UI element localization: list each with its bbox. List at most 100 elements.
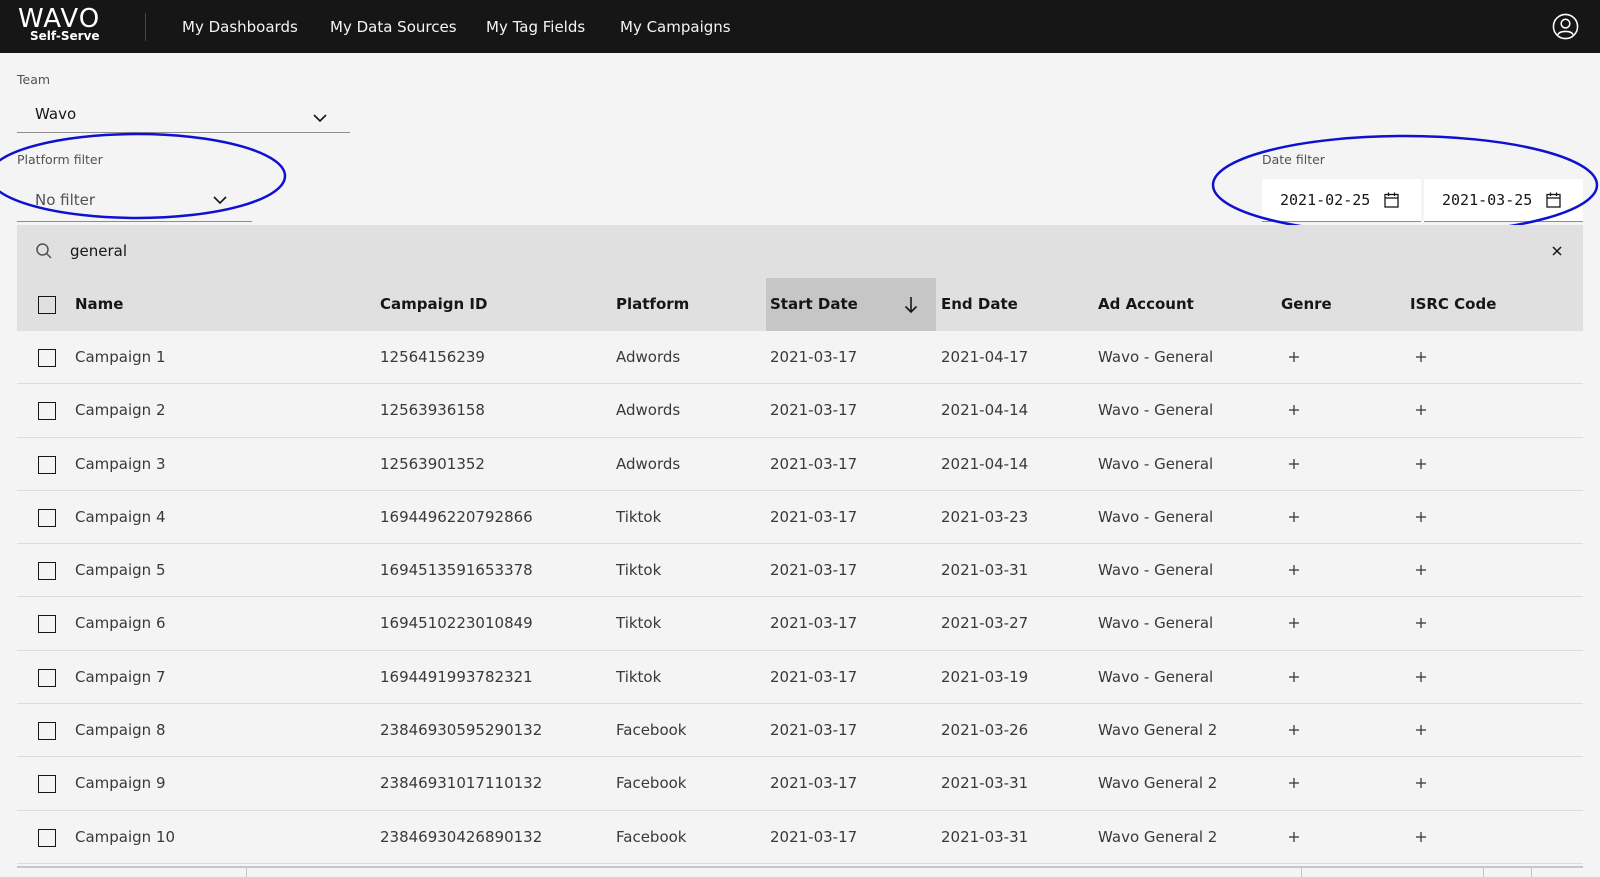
platform-filter-value: No filter bbox=[35, 191, 96, 209]
add-isrc-code-icon[interactable] bbox=[1413, 829, 1429, 845]
platform-filter-dropdown[interactable]: No filter bbox=[17, 179, 252, 222]
table-row[interactable]: Campaign 3 12563901352 Adwords 2021-03-17 20… bbox=[17, 437, 1583, 491]
row-checkbox[interactable] bbox=[38, 775, 56, 794]
table-row[interactable]: Campaign 2 12563936158 Adwords 2021-03-17 20… bbox=[17, 384, 1583, 438]
table-row[interactable]: Campaign 7 1694491993782321 Tiktok 2021-03-… bbox=[17, 650, 1583, 705]
add-isrc-code-icon[interactable] bbox=[1413, 509, 1429, 525]
campaign-ad-account: Wavo General 2 bbox=[1098, 827, 1218, 846]
campaign-platform: Tiktok bbox=[616, 667, 662, 686]
add-genre-icon[interactable] bbox=[1286, 669, 1302, 685]
table-row[interactable]: Campaign 9 23846931017110132 Facebook 2021-… bbox=[17, 757, 1583, 811]
row-checkbox[interactable] bbox=[38, 402, 56, 421]
add-isrc-code-icon[interactable] bbox=[1413, 562, 1429, 578]
date-start-input[interactable]: 2021-02-25 bbox=[1262, 179, 1421, 222]
campaign-name: Campaign 9 bbox=[75, 774, 166, 793]
add-isrc-code-icon[interactable] bbox=[1413, 456, 1429, 472]
column-header-start-date-label: Start Date bbox=[770, 295, 858, 313]
add-genre-icon[interactable] bbox=[1286, 456, 1302, 472]
close-icon[interactable] bbox=[1549, 243, 1565, 259]
chevron-down-icon bbox=[213, 196, 227, 205]
column-header-isrc-code[interactable]: ISRC Code bbox=[1410, 278, 1496, 331]
row-checkbox[interactable] bbox=[38, 508, 56, 527]
date-end-input[interactable]: 2021-03-25 bbox=[1424, 179, 1583, 222]
table-body: Campaign 1 12564156239 Adwords 2021-03-17 20… bbox=[17, 331, 1583, 864]
nav-my-dashboards[interactable]: My Dashboards bbox=[182, 17, 298, 37]
campaign-platform: Tiktok bbox=[616, 507, 662, 526]
add-isrc-code-icon[interactable] bbox=[1413, 775, 1429, 791]
add-isrc-code-icon[interactable] bbox=[1413, 669, 1429, 685]
select-all-checkbox[interactable] bbox=[38, 296, 56, 314]
table-row[interactable]: Campaign 6 1694510223010849 Tiktok 2021-03-… bbox=[17, 597, 1583, 651]
calendar-icon[interactable] bbox=[1384, 192, 1399, 208]
campaign-start-date: 2021-03-17 bbox=[770, 667, 858, 686]
add-genre-icon[interactable] bbox=[1286, 829, 1302, 845]
table-row[interactable]: Campaign 1 12564156239 Adwords 2021-03-17 20… bbox=[17, 331, 1583, 385]
team-label: Team bbox=[17, 72, 51, 87]
add-genre-icon[interactable] bbox=[1286, 775, 1302, 791]
table-row[interactable]: Campaign 10 23846930426890132 Facebook 2021… bbox=[17, 810, 1583, 864]
campaign-end-date: 2021-04-17 bbox=[941, 348, 1029, 366]
campaign-end-date: 2021-03-19 bbox=[941, 667, 1029, 686]
add-genre-icon[interactable] bbox=[1286, 722, 1302, 738]
nav-my-campaigns[interactable]: My Campaigns bbox=[620, 17, 731, 37]
row-checkbox[interactable] bbox=[38, 668, 56, 687]
nav-my-data-sources[interactable]: My Data Sources bbox=[330, 17, 457, 37]
campaign-ad-account: Wavo - General bbox=[1098, 507, 1214, 526]
date-filter-label: Date filter bbox=[1262, 152, 1325, 167]
table-row[interactable]: Campaign 5 1694513591653378 Tiktok 2021-03-… bbox=[17, 544, 1583, 598]
campaign-id: 23846931017110132 bbox=[380, 774, 543, 793]
row-checkbox[interactable] bbox=[38, 349, 56, 367]
logo-sub-text: Self-Serve bbox=[30, 29, 100, 43]
campaign-end-date: 2021-03-31 bbox=[941, 561, 1029, 580]
campaign-ad-account: Wavo - General bbox=[1098, 454, 1214, 473]
campaign-name: Campaign 2 bbox=[75, 401, 166, 420]
column-header-platform[interactable]: Platform bbox=[616, 278, 689, 331]
campaign-platform: Facebook bbox=[616, 721, 687, 740]
column-header-genre[interactable]: Genre bbox=[1281, 278, 1332, 331]
row-checkbox[interactable] bbox=[38, 455, 56, 474]
add-genre-icon[interactable] bbox=[1286, 562, 1302, 578]
column-header-end-date[interactable]: End Date bbox=[941, 278, 1018, 331]
add-isrc-code-icon[interactable] bbox=[1413, 349, 1429, 365]
campaign-id: 12564156239 bbox=[380, 348, 485, 366]
add-isrc-code-icon[interactable] bbox=[1413, 402, 1429, 418]
row-checkbox[interactable] bbox=[38, 615, 56, 634]
add-genre-icon[interactable] bbox=[1286, 615, 1302, 631]
column-header-ad-account[interactable]: Ad Account bbox=[1098, 278, 1194, 331]
search-bar[interactable]: general bbox=[17, 225, 1583, 278]
campaign-start-date: 2021-03-17 bbox=[770, 721, 858, 740]
row-checkbox[interactable] bbox=[38, 722, 56, 741]
add-genre-icon[interactable] bbox=[1286, 402, 1302, 418]
row-checkbox[interactable] bbox=[38, 828, 56, 847]
column-header-start-date[interactable]: Start Date bbox=[766, 278, 936, 331]
campaign-platform: Tiktok bbox=[616, 561, 662, 580]
column-header-name[interactable]: Name bbox=[75, 278, 123, 331]
add-isrc-code-icon[interactable] bbox=[1413, 615, 1429, 631]
campaign-id: 1694510223010849 bbox=[380, 614, 533, 633]
campaign-end-date: 2021-03-23 bbox=[941, 507, 1029, 526]
campaign-name: Campaign 1 bbox=[75, 348, 166, 366]
campaign-start-date: 2021-03-17 bbox=[770, 348, 858, 366]
campaign-name: Campaign 6 bbox=[75, 614, 166, 633]
campaign-ad-account: Wavo - General bbox=[1098, 561, 1214, 580]
nav-my-tag-fields[interactable]: My Tag Fields bbox=[486, 17, 585, 37]
campaign-platform: Facebook bbox=[616, 827, 687, 846]
sort-arrow-down-icon[interactable] bbox=[904, 296, 918, 314]
table-bottom-border bbox=[17, 866, 1583, 868]
campaign-start-date: 2021-03-17 bbox=[770, 614, 858, 633]
search-input[interactable]: general bbox=[70, 242, 127, 260]
add-genre-icon[interactable] bbox=[1286, 509, 1302, 525]
team-dropdown[interactable]: Wavo bbox=[17, 96, 350, 133]
campaign-ad-account: Wavo - General bbox=[1098, 614, 1214, 633]
campaign-id: 23846930426890132 bbox=[380, 827, 543, 846]
wavo-logo[interactable]: WAVO Self-Serve bbox=[18, 6, 110, 46]
column-header-campaign-id[interactable]: Campaign ID bbox=[380, 278, 487, 331]
row-checkbox[interactable] bbox=[38, 562, 56, 581]
table-row[interactable]: Campaign 4 1694496220792866 Tiktok 2021-03-… bbox=[17, 490, 1583, 545]
campaign-platform: Adwords bbox=[616, 348, 681, 366]
add-genre-icon[interactable] bbox=[1286, 349, 1302, 365]
user-avatar-icon[interactable] bbox=[1552, 13, 1579, 40]
add-isrc-code-icon[interactable] bbox=[1413, 722, 1429, 738]
calendar-icon[interactable] bbox=[1546, 192, 1561, 208]
table-row[interactable]: Campaign 8 23846930595290132 Facebook 2021-… bbox=[17, 704, 1583, 758]
